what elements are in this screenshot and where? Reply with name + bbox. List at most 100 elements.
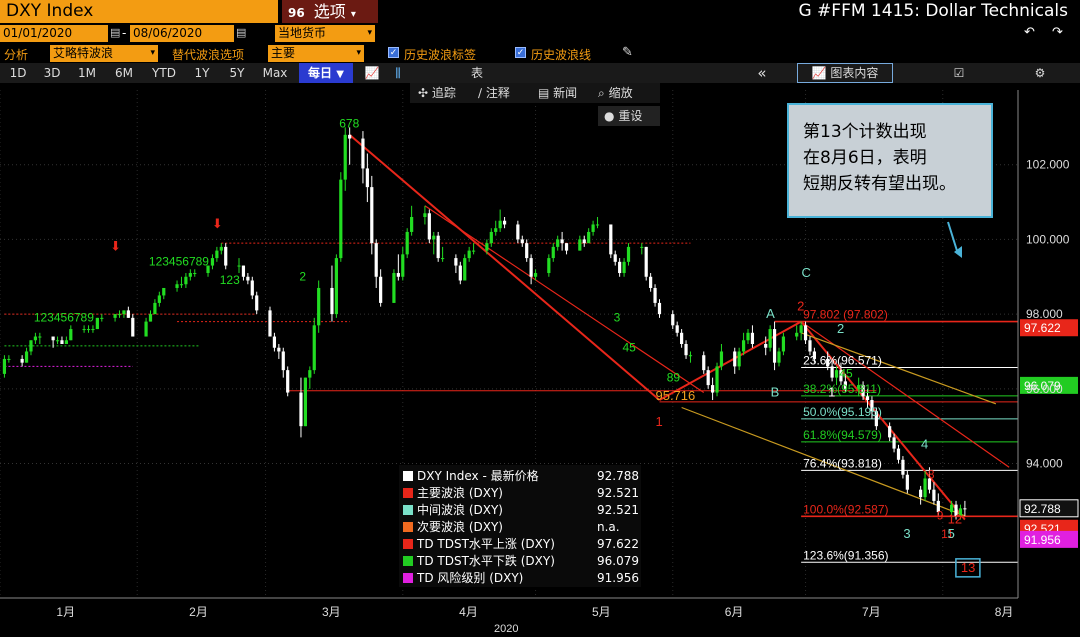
calendar-icon[interactable]: ▤ <box>110 26 120 39</box>
period-tab-5y[interactable]: 5Y <box>222 63 252 83</box>
x-tick-label: 6月 <box>725 605 744 619</box>
candle-body <box>126 310 130 318</box>
candle-body <box>370 187 374 244</box>
candle-chart-icon[interactable]: ⫼ <box>388 63 408 83</box>
analysis-select[interactable]: 艾略特波浪 ▾ <box>50 45 158 62</box>
candle-body <box>241 265 246 277</box>
edit-icon[interactable]: ☑ <box>949 63 969 83</box>
annotation-line: 第13个计数出现 <box>803 122 927 142</box>
candle-body <box>520 239 524 244</box>
x-tick-label: 4月 <box>459 605 478 619</box>
td-count-label: 2 <box>299 270 306 284</box>
candle-body <box>653 287 657 303</box>
undo-icon[interactable]: ↶ <box>1024 25 1035 40</box>
y-tick-label: 96.000 <box>1026 382 1063 396</box>
note-tool[interactable]: ∕ 注释 <box>478 83 510 103</box>
alt-wave-value: 主要 <box>271 46 296 60</box>
candle-body <box>69 329 73 341</box>
legend-label: DXY Index - 最新价格 <box>417 469 539 483</box>
end-date-field[interactable]: 08/06/2020 <box>130 25 234 42</box>
period-tab-1y[interactable]: 1Y <box>188 63 216 83</box>
currency-value: 当地货币 <box>278 26 327 40</box>
ticker-field[interactable]: DXY Index <box>0 0 278 23</box>
candle-body <box>454 258 458 266</box>
candle-body <box>657 302 662 315</box>
start-date-field[interactable]: 01/01/2020 <box>0 25 108 42</box>
header-bar: DXY Index 96 选项 ▾ G #FFM 1415: Dollar Te… <box>0 0 1080 23</box>
x-tick-label: 1月 <box>56 605 75 619</box>
hist-wave-labels-checkbox[interactable]: ✓ <box>388 47 399 58</box>
td-count-label: 3 <box>614 311 621 325</box>
currency-select[interactable]: 当地货币 ▾ <box>275 25 375 42</box>
calendar-icon[interactable]: ▤ <box>236 26 246 39</box>
legend-item[interactable]: 中间波浪 (DXY) 92.521 <box>403 502 639 518</box>
alt-wave-select[interactable]: 主要 ▾ <box>268 45 364 62</box>
track-tool[interactable]: ✣ 追踪 <box>418 83 456 103</box>
chevron-down-icon: ▼ <box>336 69 344 80</box>
news-tool[interactable]: ▤ 新闻 <box>538 83 577 103</box>
legend-item[interactable]: TD TDST水平下跌 (DXY) 96.079 <box>403 553 639 569</box>
period-select[interactable]: 每日 ▼ <box>299 63 353 83</box>
redo-icon[interactable]: ↷ <box>1052 25 1063 40</box>
legend-item[interactable]: DXY Index - 最新价格 92.788 <box>403 468 639 484</box>
period-tab-1d[interactable]: 1D <box>4 63 32 83</box>
reset-button[interactable]: ● 重设 <box>598 106 660 126</box>
wave-label: 1 <box>828 384 835 399</box>
period-active-label: 每日 <box>308 66 333 80</box>
line-chart-icon[interactable]: 📈 <box>362 63 382 83</box>
period-tab-1m[interactable]: 1M <box>72 63 102 83</box>
table-button[interactable]: 表 <box>462 63 492 83</box>
candle-body <box>272 336 277 348</box>
zoom-label: 缩放 <box>608 86 633 100</box>
period-tab-ytd[interactable]: YTD <box>146 63 182 83</box>
legend-swatch <box>403 488 413 498</box>
candle-body <box>379 276 383 303</box>
chart-content-button[interactable]: 📈 图表内容 <box>797 63 893 83</box>
options-button[interactable]: 96 选项 ▾ <box>282 0 378 23</box>
candle-body <box>458 265 462 281</box>
candle-body <box>2 358 7 374</box>
candle-body <box>901 459 905 475</box>
chevron-down-icon: ▾ <box>350 9 356 20</box>
candle-body <box>224 246 228 266</box>
candle-body <box>560 239 564 244</box>
fib-level-label: 50.0%(95.195) <box>803 405 882 419</box>
legend-item[interactable]: 次要波浪 (DXY) n.a. <box>403 519 639 535</box>
candle-body <box>649 276 653 288</box>
hist-wave-lines-checkbox[interactable]: ✓ <box>515 47 526 58</box>
pencil-icon[interactable]: ✎ <box>622 45 633 60</box>
legend-item[interactable]: TD 风险级别 (DXY) 91.956 <box>403 570 639 586</box>
collapse-icon[interactable]: « <box>752 63 772 83</box>
legend-value: 91.956 <box>597 571 639 585</box>
td-count-label: 123 <box>220 273 240 287</box>
candle-body <box>317 287 321 326</box>
zoom-tool[interactable]: ⌕ 缩放 <box>598 83 633 103</box>
period-tab-max[interactable]: Max <box>258 63 292 83</box>
legend-item[interactable]: 主要波浪 (DXY) 92.521 <box>403 485 639 501</box>
candle-body <box>374 243 378 277</box>
legend-value: n.a. <box>597 520 620 534</box>
period-tab-6m[interactable]: 6M <box>108 63 140 83</box>
candle-body <box>547 258 551 274</box>
candle-body <box>312 325 316 371</box>
candle-body <box>215 250 219 259</box>
candle-body <box>210 258 215 266</box>
candle-body <box>551 246 555 259</box>
legend-item[interactable]: TD TDST水平上涨 (DXY) 97.622 <box>403 536 639 552</box>
wave-label: 95.716 <box>655 388 695 403</box>
fib-level-label: 23.6%(96.571) <box>803 353 882 367</box>
candle-body <box>711 385 715 393</box>
candle-body <box>281 351 285 371</box>
date-row: 01/01/2020 ▤ - 08/06/2020 ▤ 当地货币 ▾ ↶ ↷ <box>0 23 1080 43</box>
candle-body <box>255 295 259 311</box>
wave-label: 2 <box>797 298 804 313</box>
gear-icon[interactable]: ⚙ <box>1030 63 1050 83</box>
arrow-down-icon: ⬇ <box>110 240 121 255</box>
candle-body <box>299 392 303 427</box>
period-tab-3d[interactable]: 3D <box>38 63 66 83</box>
candle-body <box>392 273 396 303</box>
analysis-value: 艾略特波浪 <box>53 46 114 60</box>
fib-level-label: 123.6%(91.356) <box>803 548 888 562</box>
legend-value: 92.788 <box>597 469 639 483</box>
alt-wave-label: 替代波浪选项 <box>172 48 245 62</box>
